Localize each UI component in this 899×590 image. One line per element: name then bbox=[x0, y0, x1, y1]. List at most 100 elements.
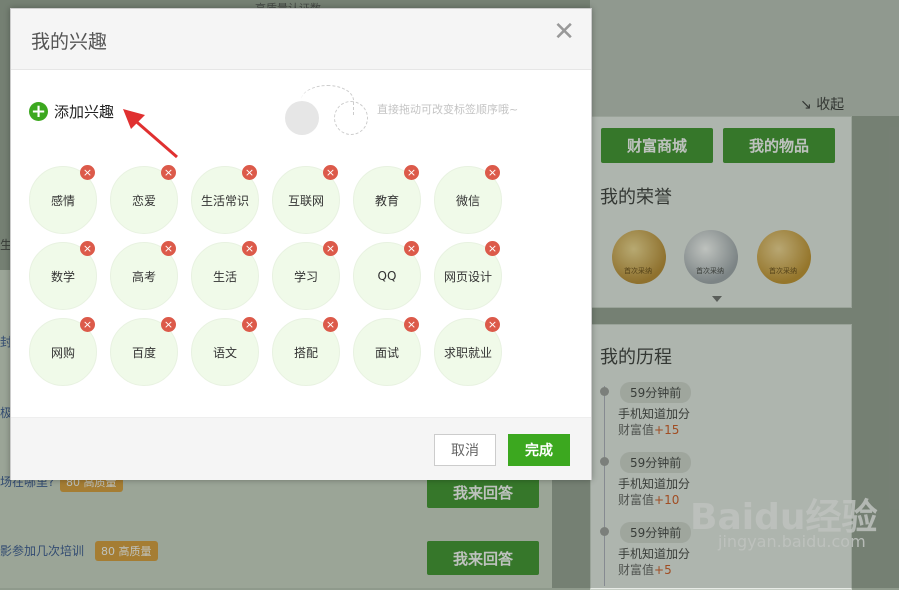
interest-tag-label: 感情 bbox=[50, 193, 75, 208]
interest-tag-label: QQ bbox=[377, 269, 397, 283]
delete-tag-icon[interactable]: × bbox=[161, 165, 176, 180]
interest-tag-label: 语文 bbox=[212, 345, 237, 360]
medal-text: 首次采纳 bbox=[769, 267, 797, 275]
medal-text: 首次采纳 bbox=[696, 267, 724, 275]
modal-footer: 取消 完成 bbox=[11, 417, 591, 480]
delete-tag-icon[interactable]: × bbox=[485, 165, 500, 180]
annotation-arrow-icon bbox=[123, 109, 178, 159]
timeline-line bbox=[604, 386, 605, 586]
delete-tag-icon[interactable]: × bbox=[404, 317, 419, 332]
drag-hint-text: 直接拖动可改变标签顺序哦~ bbox=[377, 103, 519, 116]
gold-medal-icon[interactable]: 首次采纳 bbox=[612, 230, 666, 284]
interest-tag[interactable]: 恋爱 × bbox=[110, 165, 178, 234]
interest-tag-label: 搭配 bbox=[293, 345, 318, 360]
interest-tag[interactable]: 高考 × bbox=[110, 241, 178, 310]
history-text: 手机知道加分 bbox=[618, 407, 691, 421]
interest-tag[interactable]: 学习 × bbox=[272, 241, 340, 310]
wealth-mall-button[interactable]: 财富商城 bbox=[601, 128, 713, 163]
interest-tag-label: 网购 bbox=[50, 345, 75, 360]
modal-title: 我的兴趣 bbox=[31, 31, 108, 53]
history-text: 手机知道加分 bbox=[618, 477, 691, 491]
interest-tag-label: 面试 bbox=[374, 345, 399, 360]
interest-tag-label: 数学 bbox=[50, 269, 75, 284]
delete-tag-icon[interactable]: × bbox=[323, 165, 338, 180]
interest-tag-label: 互联网 bbox=[287, 193, 324, 208]
interest-tag[interactable]: 数学 × bbox=[29, 241, 97, 310]
history-text: 手机知道加分 bbox=[618, 547, 691, 561]
interest-tag[interactable]: 百度 × bbox=[110, 317, 178, 386]
watermark-url: jingyan.baidu.com bbox=[718, 532, 866, 551]
delete-tag-icon[interactable]: × bbox=[323, 317, 338, 332]
delete-tag-icon[interactable]: × bbox=[161, 317, 176, 332]
timeline-dot bbox=[600, 457, 609, 466]
delete-tag-icon[interactable]: × bbox=[80, 317, 95, 332]
close-icon[interactable]: ✕ bbox=[553, 19, 575, 45]
delete-tag-icon[interactable]: × bbox=[80, 241, 95, 256]
delete-tag-icon[interactable]: × bbox=[242, 165, 257, 180]
delete-tag-icon[interactable]: × bbox=[242, 241, 257, 256]
interest-tag-label: 百度 bbox=[131, 345, 156, 360]
interest-tag-label: 学习 bbox=[293, 269, 318, 284]
drag-hint-target-icon bbox=[334, 101, 368, 135]
gold-medal-icon[interactable]: 首次采纳 bbox=[757, 230, 811, 284]
interest-tag-label: 生活 bbox=[212, 269, 237, 284]
interest-tag[interactable]: 网购 × bbox=[29, 317, 97, 386]
history-value: 财富值+5 bbox=[618, 563, 672, 577]
done-button[interactable]: 完成 bbox=[508, 434, 570, 466]
delete-tag-icon[interactable]: × bbox=[404, 241, 419, 256]
silver-medal-icon[interactable]: 首次采纳 bbox=[684, 230, 738, 284]
history-time: 59分钟前 bbox=[620, 382, 692, 403]
interest-tag-label: 恋爱 bbox=[131, 193, 156, 208]
honor-title: 我的荣誉 bbox=[600, 187, 672, 208]
interest-tag[interactable]: 微信 × bbox=[434, 165, 502, 234]
interest-tag[interactable]: 教育 × bbox=[353, 165, 421, 234]
interest-tag[interactable]: 感情 × bbox=[29, 165, 97, 234]
interest-tag[interactable]: 求职就业 × bbox=[434, 317, 502, 386]
timeline-dot bbox=[600, 527, 609, 536]
answer-button[interactable]: 我来回答 bbox=[427, 541, 539, 575]
delete-tag-icon[interactable]: × bbox=[242, 317, 257, 332]
interest-tag[interactable]: 互联网 × bbox=[272, 165, 340, 234]
interest-modal: 我的兴趣 ✕ + 添加兴趣 直接拖动可改变标签顺序哦~ 感情 × 恋爱 × 生活常识 × 互… bbox=[10, 8, 592, 480]
add-interest-label: 添加兴趣 bbox=[54, 103, 115, 121]
delete-tag-icon[interactable]: × bbox=[404, 165, 419, 180]
delete-tag-icon[interactable]: × bbox=[80, 165, 95, 180]
history-title: 我的历程 bbox=[600, 347, 672, 368]
interest-tag[interactable]: QQ × bbox=[353, 241, 421, 310]
answer-button[interactable]: 我来回答 bbox=[427, 476, 539, 508]
delete-tag-icon[interactable]: × bbox=[323, 241, 338, 256]
collapse-label: 收起 bbox=[816, 97, 845, 113]
interest-tag-label: 生活常识 bbox=[200, 193, 249, 208]
interest-tag-label: 求职就业 bbox=[443, 345, 492, 360]
drag-hint-circle-icon bbox=[285, 101, 319, 135]
my-items-button[interactable]: 我的物品 bbox=[723, 128, 835, 163]
question-link[interactable]: 影参加几次培训 bbox=[0, 542, 84, 559]
cancel-button[interactable]: 取消 bbox=[434, 434, 496, 466]
history-value: 财富值+15 bbox=[618, 423, 680, 437]
plus-icon: + bbox=[29, 100, 48, 122]
history-value: 财富值+10 bbox=[618, 493, 680, 507]
interest-tag[interactable]: 生活 × bbox=[191, 241, 259, 310]
history-time: 59分钟前 bbox=[620, 452, 692, 473]
delete-tag-icon[interactable]: × bbox=[485, 241, 500, 256]
interest-tag[interactable]: 搭配 × bbox=[272, 317, 340, 386]
background-topbar bbox=[590, 0, 899, 116]
interest-tag-label: 微信 bbox=[455, 193, 480, 208]
interest-tag[interactable]: 网页设计 × bbox=[434, 241, 502, 310]
collapse-link[interactable]: ↘ 收起 bbox=[800, 94, 844, 114]
expand-honor-icon[interactable] bbox=[712, 296, 722, 302]
history-time: 59分钟前 bbox=[620, 522, 692, 543]
interest-tag[interactable]: 语文 × bbox=[191, 317, 259, 386]
interest-tag[interactable]: 生活常识 × bbox=[191, 165, 259, 234]
modal-header: 我的兴趣 ✕ bbox=[11, 9, 591, 70]
medal-text: 首次采纳 bbox=[624, 267, 652, 275]
add-interest-button[interactable]: + 添加兴趣 bbox=[29, 101, 114, 122]
delete-tag-icon[interactable]: × bbox=[161, 241, 176, 256]
interest-tag[interactable]: 面试 × bbox=[353, 317, 421, 386]
delete-tag-icon[interactable]: × bbox=[485, 317, 500, 332]
quality-badge: 80 高质量 bbox=[95, 541, 158, 561]
interest-tag-label: 教育 bbox=[374, 193, 399, 208]
interest-tag-label: 网页设计 bbox=[443, 269, 492, 284]
interest-tag-label: 高考 bbox=[131, 269, 156, 284]
timeline-dot bbox=[600, 387, 609, 396]
